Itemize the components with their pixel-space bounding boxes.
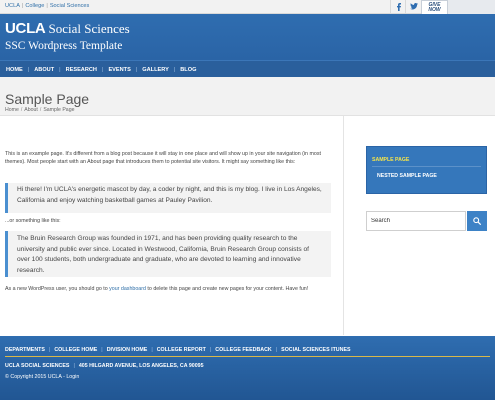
- footer-nav: DEPARTMENTS | COLLEGE HOME | DIVISION HOME | C…: [5, 347, 351, 353]
- subnav-item-sample-page[interactable]: SAMPLE PAGE: [372, 157, 409, 163]
- separator: /: [20, 107, 23, 113]
- outro-text-before: As a new WordPress user, you should go t…: [5, 286, 110, 292]
- or-paragraph: ...or something like this:: [5, 217, 331, 225]
- ucla-wordmark: UCLA: [5, 20, 46, 37]
- utility-bar: UCLA | College | Social Sciences GIVE NOW: [0, 0, 495, 16]
- separator: |: [21, 3, 24, 9]
- nav-item-events[interactable]: EVENTS: [108, 67, 130, 73]
- breadcrumb-home[interactable]: Home: [5, 107, 19, 113]
- nav-item-home[interactable]: HOME: [6, 67, 23, 73]
- footer-link-college-home[interactable]: COLLEGE HOME: [54, 347, 97, 353]
- site-subtitle: SSC Wordpress Template: [5, 40, 123, 52]
- outro-text-after: to delete this page and create new pages…: [145, 286, 309, 292]
- twitter-icon[interactable]: [405, 0, 421, 13]
- outro-paragraph: As a new WordPress user, you should go t…: [5, 285, 331, 293]
- separator: |: [101, 66, 104, 73]
- separator: /: [39, 107, 42, 113]
- site-header: UCLA Social Sciences SSC Wordpress Templa…: [0, 14, 495, 60]
- nav-item-about[interactable]: ABOUT: [34, 67, 54, 73]
- utility-link-ucla[interactable]: UCLA: [5, 3, 20, 9]
- footer-link-college-report[interactable]: COLLEGE REPORT: [157, 347, 206, 353]
- footer-divider: [5, 356, 490, 357]
- separator: |: [173, 66, 176, 73]
- footer-street-address: 405 HILGARD AVENUE, LOS ANGELES, CA 9009…: [78, 363, 204, 369]
- now-label: NOW: [428, 7, 441, 13]
- separator: |: [27, 66, 30, 73]
- breadcrumb-about[interactable]: About: [24, 107, 38, 113]
- dashboard-link[interactable]: your dashboard: [109, 286, 146, 292]
- breadcrumb-current: Sample Page: [43, 107, 75, 113]
- nav-item-gallery[interactable]: GALLERY: [142, 67, 169, 73]
- divider: [372, 166, 481, 167]
- quote-research-text: The Bruin Research Group was founded in …: [17, 235, 309, 275]
- separator: |: [48, 347, 51, 353]
- site-logo[interactable]: UCLA Social Sciences: [5, 20, 130, 38]
- separator: |: [275, 347, 278, 353]
- footer-link-departments[interactable]: DEPARTMENTS: [5, 347, 45, 353]
- footer-address: UCLA SOCIAL SCIENCES | 405 HILGARD AVENUE,…: [5, 363, 204, 369]
- separator: |: [101, 347, 103, 353]
- search-icon: [473, 217, 481, 225]
- footer-copyright: © Copyright 2015 UCLA - Login: [5, 374, 80, 380]
- breadcrumb: Home / About / Sample Page: [5, 107, 74, 113]
- footer-link-college-feedback[interactable]: COLLEGE FEEDBACK: [215, 347, 272, 353]
- intro-paragraph: This is an example page. It's different …: [5, 150, 331, 166]
- search-button[interactable]: [467, 211, 487, 231]
- or-text: ...or something like this:: [5, 218, 61, 224]
- nav-item-research[interactable]: RESEARCH: [66, 67, 97, 73]
- quote-mascot-text: Hi there! I'm UCLA's energetic mascot by…: [17, 186, 322, 204]
- footer-link-social-sciences-itunes[interactable]: SOCIAL SCIENCES ITUNES: [281, 347, 350, 353]
- intro-text: This is an example page. It's different …: [5, 151, 321, 165]
- page-title: Sample Page: [5, 91, 90, 107]
- main-nav: HOME | ABOUT | RESEARCH | EVENTS | GALLERY | …: [0, 60, 495, 78]
- separator: |: [135, 66, 138, 73]
- subnav-item-nested-sample-page[interactable]: NESTED SAMPLE PAGE: [377, 173, 437, 179]
- footer-org-name: UCLA SOCIAL SCIENCES: [5, 363, 70, 369]
- blockquote-mascot: Hi there! I'm UCLA's energetic mascot by…: [5, 183, 331, 213]
- sidebar-subnav: SAMPLE PAGE NESTED SAMPLE PAGE: [366, 146, 487, 194]
- site-footer: DEPARTMENTS | COLLEGE HOME | DIVISION HOME | C…: [0, 336, 495, 400]
- outro-text: As a new WordPress user, you should go t…: [5, 285, 331, 293]
- blockquote-research-group: The Bruin Research Group was founded in …: [5, 231, 331, 277]
- utility-links: UCLA | College | Social Sciences: [5, 3, 89, 9]
- footer-link-division-home[interactable]: DIVISION HOME: [107, 347, 148, 353]
- nav-item-blog[interactable]: BLOG: [180, 67, 196, 73]
- facebook-icon[interactable]: [390, 0, 406, 13]
- separator: |: [209, 347, 212, 353]
- utility-link-social-sciences[interactable]: Social Sciences: [50, 3, 90, 9]
- utility-link-college[interactable]: College: [25, 3, 44, 9]
- column-divider: [343, 116, 344, 335]
- separator: |: [151, 347, 153, 353]
- search-input[interactable]: [366, 211, 466, 231]
- unit-name: Social Sciences: [48, 21, 130, 36]
- separator: |: [46, 3, 48, 9]
- separator: |: [59, 66, 61, 73]
- separator: |: [73, 363, 75, 369]
